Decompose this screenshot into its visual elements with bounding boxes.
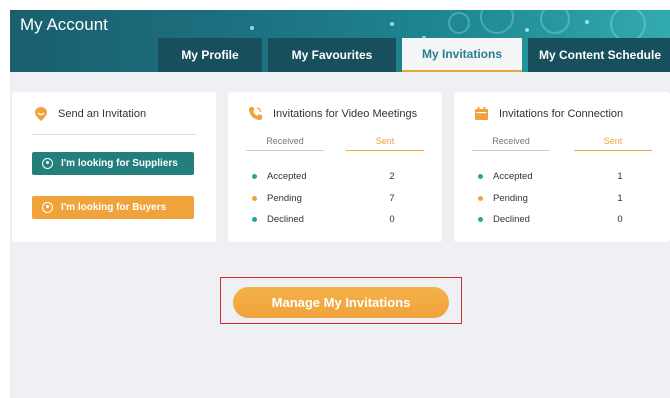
tab-my-profile[interactable]: My Profile xyxy=(158,38,262,72)
stat-label: Declined xyxy=(493,214,530,226)
stat-row-accepted: Accepted 2 xyxy=(252,166,402,188)
stat-label: Accepted xyxy=(493,171,533,183)
manage-invitations-button[interactable]: Manage My Invitations xyxy=(233,287,449,318)
stat-count: 2 xyxy=(389,171,395,183)
stat-label: Pending xyxy=(267,192,302,204)
stat-count: 7 xyxy=(389,192,395,204)
decorative-bubble xyxy=(540,10,570,34)
video-meetings-stats: Accepted 2 Pending 7 Declined 0 xyxy=(252,166,402,231)
status-dot xyxy=(252,174,257,180)
stat-row-declined: Declined 0 xyxy=(478,209,630,231)
video-meetings-header: Invitations for Video Meetings xyxy=(248,106,417,121)
decorative-dot xyxy=(390,22,394,26)
tab-sent[interactable]: Sent xyxy=(346,136,424,151)
decorative-dot xyxy=(250,26,254,30)
tab-sent[interactable]: Sent xyxy=(574,136,652,151)
status-dot xyxy=(252,195,257,201)
stat-count: 1 xyxy=(617,171,623,183)
tab-received[interactable]: Received xyxy=(246,136,324,151)
stat-count: 0 xyxy=(617,214,623,226)
buyers-button-label: I'm looking for Buyers xyxy=(61,202,167,213)
send-invitation-title: Send an Invitation xyxy=(58,108,147,120)
send-invitation-header: Send an Invitation xyxy=(34,106,146,122)
tab-my-invitations[interactable]: My Invitations xyxy=(402,38,522,72)
suppliers-button-label: I'm looking for Suppliers xyxy=(61,158,178,169)
location-pin-icon xyxy=(35,107,47,121)
looking-for-suppliers-button[interactable]: I'm looking for Suppliers xyxy=(32,152,194,175)
user-icon xyxy=(42,158,53,169)
video-meetings-card: Invitations for Video Meetings Received … xyxy=(228,92,442,242)
tab-my-content-schedule[interactable]: My Content Schedule xyxy=(528,38,670,72)
decorative-bubble xyxy=(448,12,470,34)
user-icon xyxy=(42,202,53,213)
connection-title: Invitations for Connection xyxy=(499,107,624,120)
connection-header: Invitations for Connection xyxy=(474,106,623,121)
tab-received[interactable]: Received xyxy=(472,136,550,151)
calendar-icon xyxy=(475,107,488,120)
phone-icon xyxy=(249,107,262,120)
looking-for-buyers-button[interactable]: I'm looking for Buyers xyxy=(32,196,194,219)
connection-card: Invitations for Connection Received Sent… xyxy=(454,92,670,242)
stat-label: Declined xyxy=(267,214,304,226)
stat-row-pending: Pending 7 xyxy=(252,188,402,210)
decorative-dot xyxy=(585,20,589,24)
stat-count: 1 xyxy=(617,192,623,204)
send-invitation-card: Send an Invitation I'm looking for Suppl… xyxy=(12,92,216,242)
status-dot xyxy=(252,217,257,223)
stat-count: 0 xyxy=(389,214,395,226)
main-content: Send an Invitation I'm looking for Suppl… xyxy=(10,72,670,398)
tab-my-favourites[interactable]: My Favourites xyxy=(268,38,396,72)
status-dot xyxy=(478,174,483,180)
stat-label: Pending xyxy=(493,192,528,204)
video-meetings-title: Invitations for Video Meetings xyxy=(273,107,418,120)
video-meetings-subtabs: Received Sent xyxy=(246,136,424,151)
page-title: My Account xyxy=(20,15,108,34)
connection-subtabs: Received Sent xyxy=(472,136,652,151)
divider xyxy=(32,134,196,135)
connection-stats: Accepted 1 Pending 1 Declined 0 xyxy=(478,166,630,231)
stat-row-declined: Declined 0 xyxy=(252,209,402,231)
stat-row-accepted: Accepted 1 xyxy=(478,166,630,188)
account-header: My Account My Profile My Favourites My I… xyxy=(10,10,670,72)
decorative-dot xyxy=(525,28,529,32)
stat-label: Accepted xyxy=(267,171,307,183)
account-tabs: My Profile My Favourites My Invitations … xyxy=(158,38,670,72)
status-dot xyxy=(478,195,483,201)
status-dot xyxy=(478,217,483,223)
decorative-bubble xyxy=(480,10,514,34)
stat-row-pending: Pending 1 xyxy=(478,188,630,210)
